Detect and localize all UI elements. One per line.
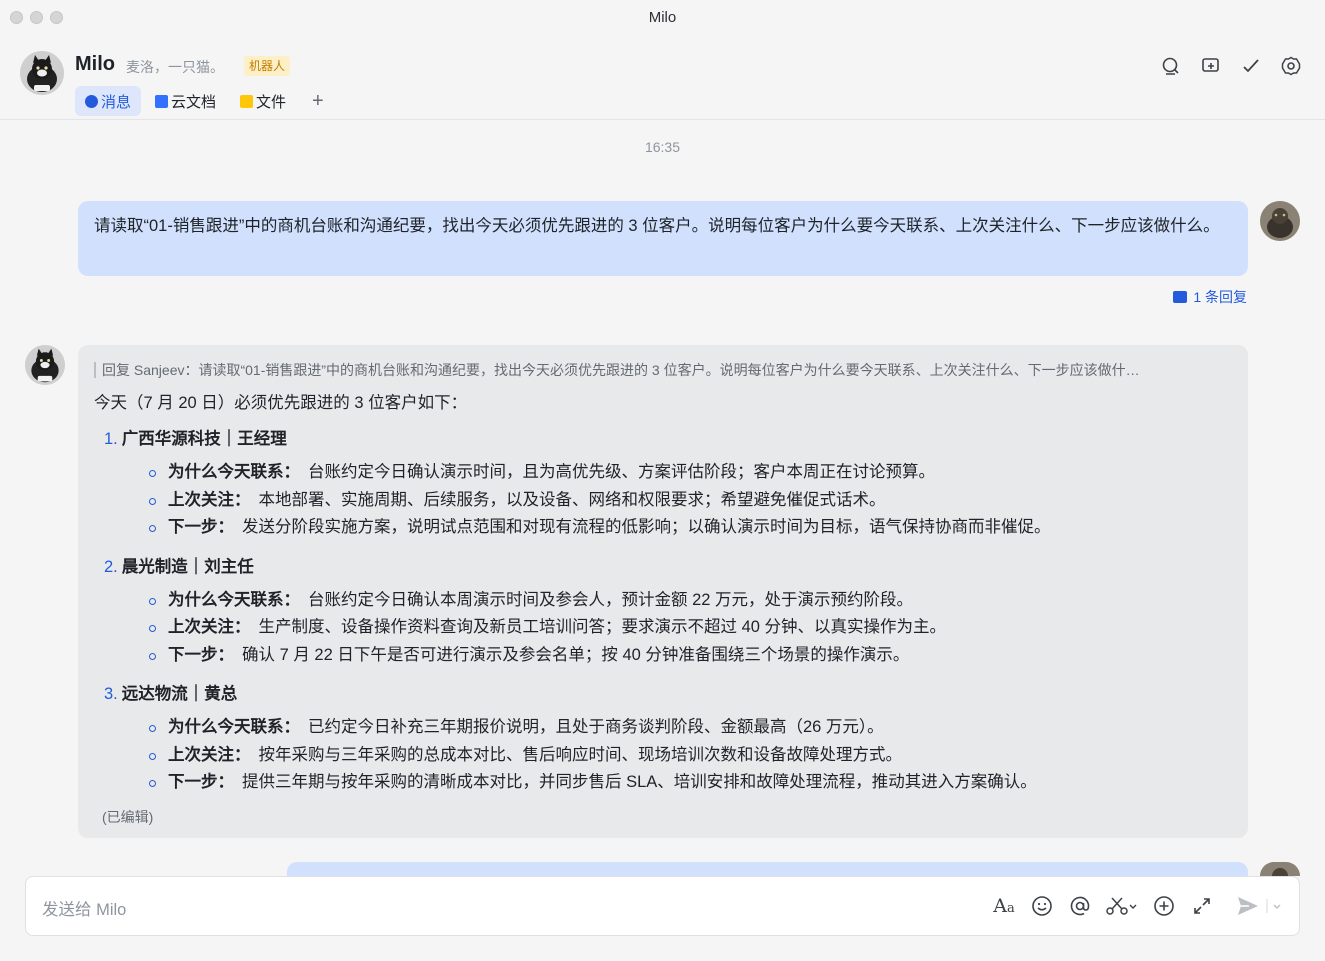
add-to-chat-button[interactable] [1199,54,1223,78]
customer-detail-list: 为什么今天联系： 台账约定今日确认演示时间，且为高优先级、方案评估阶段；客户本周正… [94,459,1232,542]
more-actions-button[interactable] [1151,893,1177,919]
bot-message-avatar[interactable] [25,345,65,385]
at-sign-icon [1070,896,1090,916]
gear-icon [1281,56,1301,76]
folder-icon [240,94,254,108]
input-toolbar: Aa [979,893,1283,919]
edited-indicator: (已编辑) [102,808,154,825]
chat-name[interactable]: Milo [75,53,115,76]
item-text: 本地部署、实施周期、后续服务，以及设备、网络和权限要求；希望避免催促式话术。 [258,490,886,509]
item-label: 上次关注： [168,618,251,636]
section-name: 远达物流｜黄总 [121,685,238,703]
expand-icon [1194,898,1210,914]
item-label: 下一步： [168,645,234,664]
tab-messages[interactable]: 消息 [75,86,142,116]
message-input[interactable]: 发送给 Milo [42,896,126,920]
list-item: 下一步： 发送分阶段实施方案，说明试点范围和对现有流程的低影响；以确认演示时间为目… [94,514,1232,542]
send-button[interactable] [1235,893,1261,919]
tab-label: 文件 [256,93,287,111]
list-item: 上次关注： 生产制度、设备操作资料查询及新员工培训问答；要求演示不超过 40 分钟… [94,614,1232,642]
format-text-button[interactable]: Aa [991,893,1017,919]
settings-button[interactable] [1279,54,1303,78]
item-text: 确认 7 月 22 日下午是否可进行演示及参会名单；按 40 分钟准备围绕三个场… [242,645,910,664]
customer-section-title: 1. 广西华源科技｜王经理 [104,428,1232,450]
reply-thread-icon [1173,291,1188,303]
section-number: 3. [104,685,118,703]
mention-button[interactable] [1067,893,1093,919]
search-chat-button[interactable] [1159,54,1183,78]
plus-circle-icon [1154,896,1174,916]
tab-cloud-docs[interactable]: 云文档 [145,86,226,116]
section-number: 1. [104,430,118,448]
list-item: 下一步： 确认 7 月 22 日下午是否可进行演示及参会名单；按 40 分钟准备围… [94,642,1232,670]
list-item: 为什么今天联系： 已约定今日补充三年期报价说明，且处于商务谈判阶段、金额最高（26… [94,714,1232,742]
emoji-button[interactable] [1029,893,1055,919]
item-label: 上次关注： [168,490,251,509]
expand-editor-button[interactable] [1189,893,1215,919]
item-text: 台账约定今日确认本周演示时间及参会人，预计金额 22 万元，处于演示预约阶段。 [308,590,914,609]
user-message-text: 请读取“01-销售跟进”中的商机台账和沟通纪要，找出今天必须优先跟进的 3 位客… [94,217,1220,235]
section-number: 2. [104,557,118,576]
item-text: 台账约定今日确认演示时间，且为高优先级、方案评估阶段；客户本周正在讨论预算。 [308,463,935,481]
reply-count: 1 条回复 [1193,289,1247,305]
screenshot-button[interactable] [1105,893,1139,919]
item-text: 按年采购与三年采购的总成本对比、售后响应时间、现场培训次数和设备故障处理方式。 [258,745,903,764]
item-label: 为什么今天联系： [168,463,300,481]
customer-detail-list: 为什么今天联系： 已约定今日补充三年期报价说明，且处于商务谈判阶段、金额最高（26… [94,714,1232,797]
list-item: 为什么今天联系： 台账约定今日确认本周演示时间及参会人，预计金额 22 万元，处于… [94,587,1232,615]
chat-header: Milo 麦洛，一只猫。 机器人 消息 云文档 文件 + [0,36,1325,120]
add-tab-button[interactable]: + [302,90,334,113]
item-label: 上次关注： [168,745,251,764]
item-text: 提供三年期与按年采购的清晰成本对比，并同步售后 SLA、培训安排和故障处理流程，… [242,773,1037,791]
reply-intro: 今天（7 月 20 日）必须优先跟进的 3 位客户如下： [94,394,468,412]
section-name: 晨光制造｜刘主任 [121,557,254,576]
send-options-button[interactable] [1265,893,1283,919]
chat-tabs: 消息 云文档 文件 + [75,86,334,116]
window-titlebar: Milo [0,0,1325,36]
chevron-down-icon [1266,899,1281,913]
list-item: 上次关注： 按年采购与三年采购的总成本对比、售后响应时间、现场培训次数和设备故障处… [94,742,1232,770]
emoji-icon [1032,896,1052,916]
header-actions [1143,54,1303,78]
item-text: 生产制度、设备操作资料查询及新员工培训问答；要求演示不超过 40 分钟、以真实操… [258,618,947,636]
reply-quote[interactable]: 回复 Sanjeev：请读取“01-销售跟进”中的商机台账和沟通纪要，找出今天必… [94,362,1232,378]
search-icon [1162,57,1179,75]
bot-avatar[interactable] [20,51,64,95]
tab-files[interactable]: 文件 [230,86,296,116]
scissors-icon [1106,897,1137,915]
list-item: 为什么今天联系： 台账约定今日确认演示时间，且为高优先级、方案评估阶段；客户本周正… [94,459,1232,487]
message-timestamp: 16:35 [644,139,681,155]
chat-add-icon [1202,58,1219,72]
mark-done-button[interactable] [1239,54,1263,78]
message-input-box[interactable]: 发送给 Milo Aa [25,876,1300,936]
tab-label: 云文档 [171,93,217,111]
check-pen-icon [1243,59,1259,73]
window-title: Milo [648,9,677,26]
user-message-bubble[interactable]: 请读取“01-销售跟进”中的商机台账和沟通纪要，找出今天必须优先跟进的 3 位客… [78,201,1248,276]
item-label: 下一步： [168,518,234,536]
list-item: 下一步： 提供三年期与按年采购的清晰成本对比，并同步售后 SLA、培训安排和故障处… [94,769,1232,797]
list-item: 上次关注： 本地部署、实施周期、后续服务，以及设备、网络和权限要求；希望避免催促式… [94,487,1232,515]
thread-reply-link[interactable]: 1 条回复 [1173,287,1247,307]
chat-bubble-icon [85,94,98,108]
send-icon [1238,897,1258,915]
tab-label: 消息 [101,93,132,111]
user-avatar[interactable] [1260,201,1300,241]
text-format-icon: Aa [993,895,1015,917]
item-label: 为什么今天联系： [168,718,300,736]
bot-badge: 机器人 [244,56,291,76]
item-text: 已约定今日补充三年期报价说明，且处于商务谈判阶段、金额最高（26 万元）。 [308,718,884,736]
document-icon [155,94,169,108]
item-label: 下一步： [168,773,234,791]
section-name: 广西华源科技｜王经理 [121,430,287,448]
chat-signature: 麦洛，一只猫。 [126,59,224,75]
item-text: 发送分阶段实施方案，说明试点范围和对现有流程的低影响；以确认演示时间为目标，语气… [242,518,1051,536]
next-user-avatar[interactable] [1260,862,1300,876]
item-label: 为什么今天联系： [168,590,300,609]
customer-section-title: 2. 晨光制造｜刘主任 [104,556,1232,578]
bot-message-bubble[interactable]: 回复 Sanjeev：请读取“01-销售跟进”中的商机台账和沟通纪要，找出今天必… [78,345,1248,838]
customer-section-title: 3. 远达物流｜黄总 [104,683,1232,705]
customer-detail-list: 为什么今天联系： 台账约定今日确认本周演示时间及参会人，预计金额 22 万元，处于… [94,587,1232,670]
